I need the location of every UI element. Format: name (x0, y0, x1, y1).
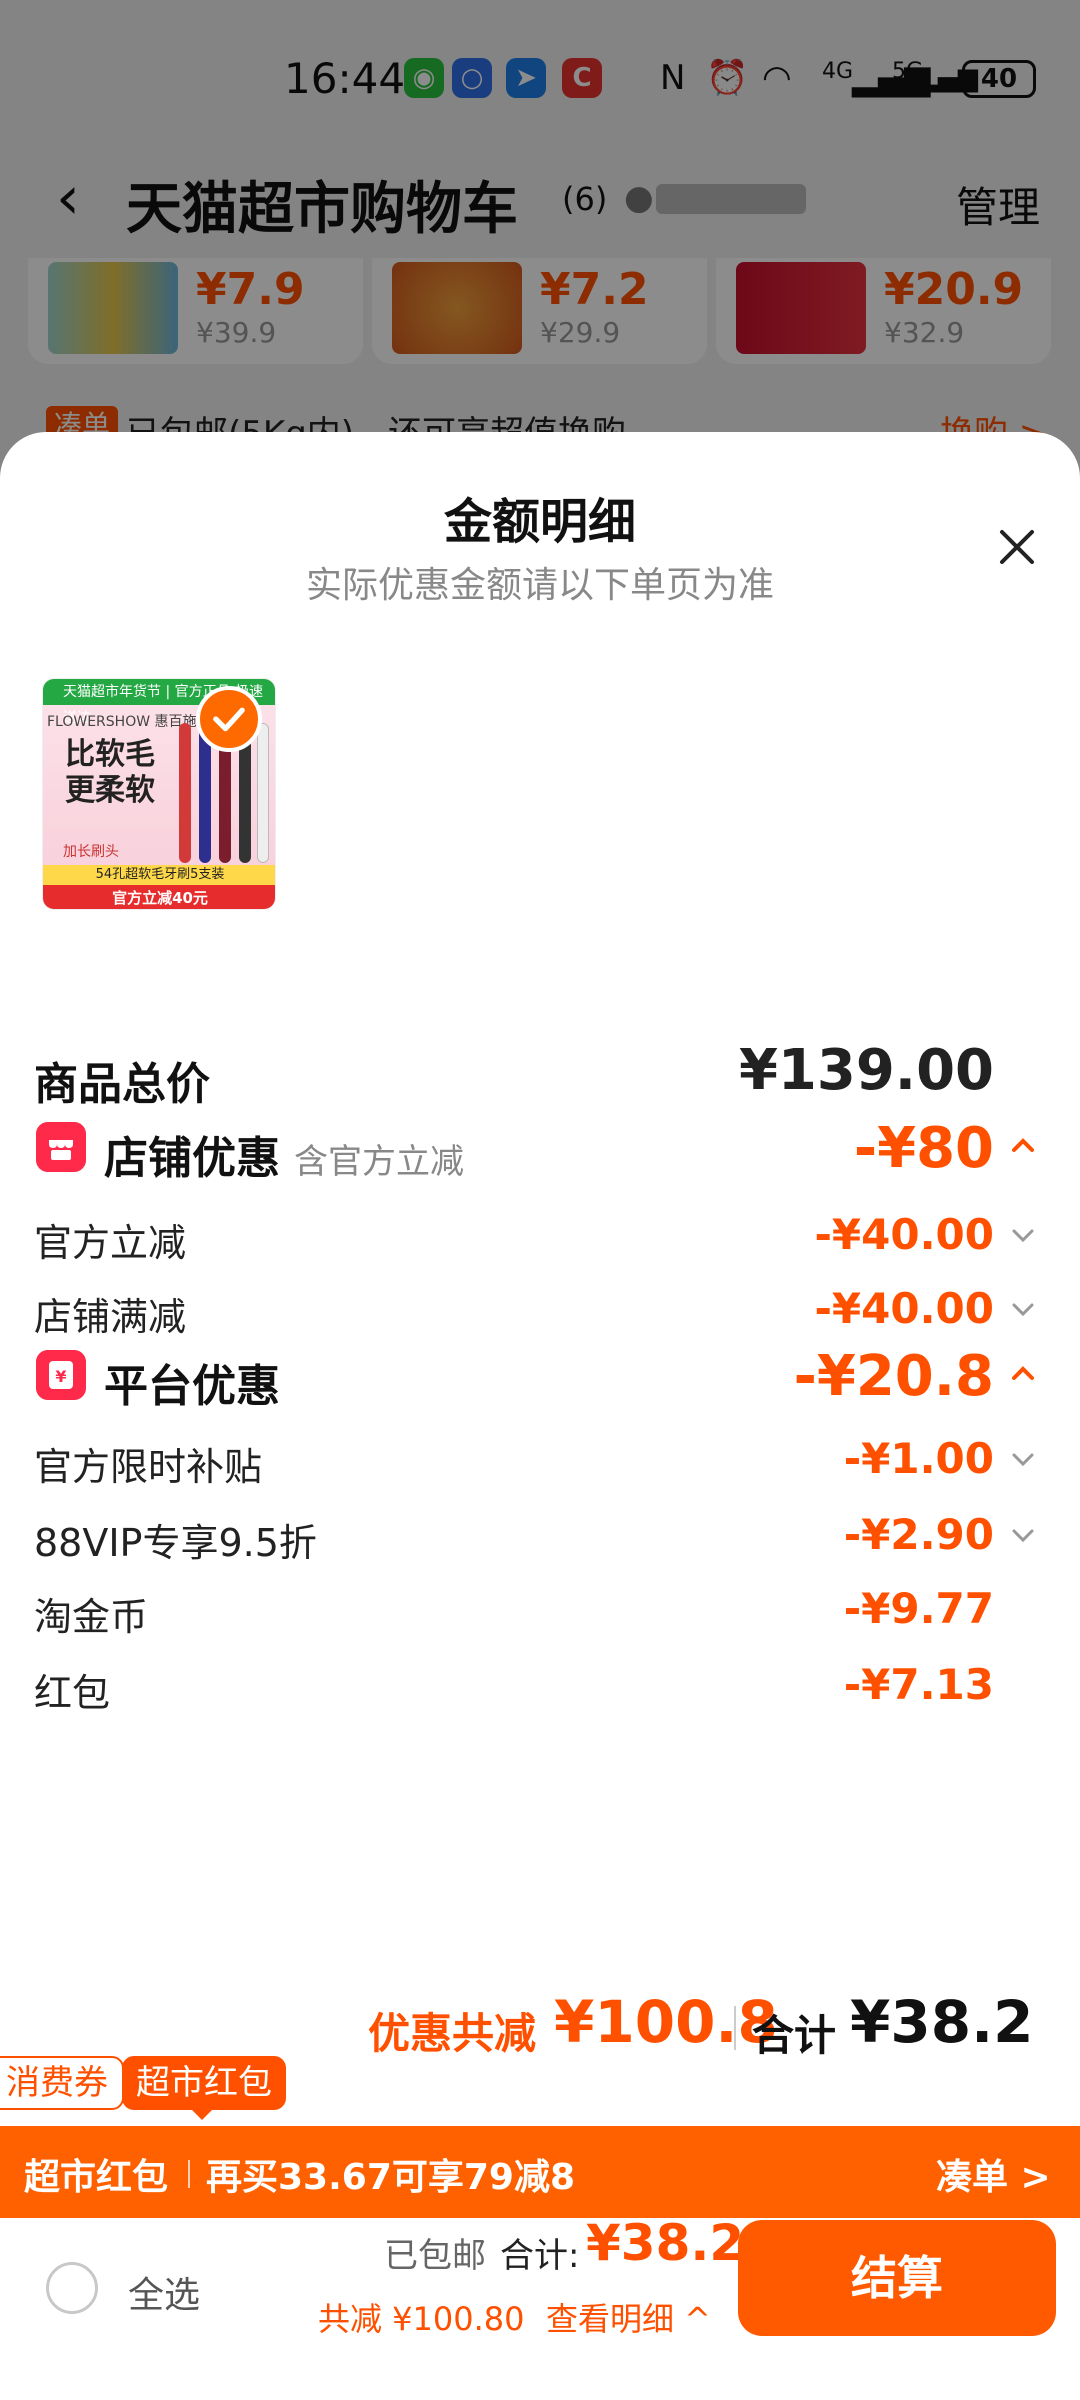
sheet-subtitle: 实际优惠金额请以下单页为准 (305, 565, 774, 606)
product-image-caption: 54孔超软毛牙刷5支装 (43, 865, 275, 885)
shop-icon (36, 1122, 86, 1172)
svg-text:¥: ¥ (55, 1367, 66, 1386)
shop-discount-label: 店铺优惠 (104, 1133, 280, 1184)
total-price-value: ¥139.00 (738, 1038, 994, 1103)
discount-item-label: 红包 (34, 1671, 111, 1715)
select-all-radio[interactable] (46, 2262, 98, 2314)
redpack-bar[interactable]: 超市红包 再买33.67可享79减8 凑单 > (0, 2126, 1080, 2218)
platform-discount-value: -¥20.8 (793, 1344, 994, 1409)
red-packet-icon: ¥ (36, 1350, 86, 1400)
discount-item-value: -¥2.90 (843, 1510, 994, 1559)
platform-discount-row[interactable]: ¥ 平台优惠 -¥20.8 (0, 1336, 1080, 1416)
chevron-down-icon (1012, 1529, 1034, 1543)
headline-line-1: 比软毛 (65, 737, 155, 772)
toothbrush-image (257, 723, 269, 863)
summary-divider (734, 2006, 736, 2050)
total-saved-label: 优惠共减 (368, 2009, 537, 2058)
chevron-up-icon (1012, 1138, 1034, 1152)
discount-item-label: 88VIP专享9.5折 (34, 1521, 317, 1565)
shop-discount-row[interactable]: 店铺优惠 含官方立减 -¥80 (0, 1108, 1080, 1188)
discount-item-value: -¥9.77 (843, 1584, 994, 1633)
grand-total-label: 合计 (752, 2011, 837, 2060)
product-image-headline: 比软毛 更柔软 (65, 737, 155, 809)
discount-item-row: 淘金币 -¥9.77 (0, 1572, 1080, 1652)
shipping-label: 已包邮 (384, 2236, 486, 2276)
select-all-label[interactable]: 全选 (128, 2266, 200, 2318)
discount-item-row[interactable]: 官方限时补贴 -¥1.00 (0, 1422, 1080, 1502)
discount-item-value: -¥7.13 (843, 1660, 994, 1709)
discount-item-row[interactable]: 官方立减 -¥40.00 (0, 1198, 1080, 1278)
discount-summary: 优惠共减 ¥100.8 合计 ¥38.2 (0, 1986, 1080, 2066)
platform-discount-label: 平台优惠 (104, 1361, 280, 1412)
discount-item-label: 官方限时补贴 (34, 1445, 263, 1489)
redpack-text: 再买33.67可享79减8 (206, 2157, 576, 2198)
consumption-coupon-tab[interactable]: 消费券 (0, 2056, 124, 2110)
checkout-total-label: 合计: (500, 2236, 580, 2276)
product-image-brand: FLOWERSHOW 惠百施 (47, 714, 197, 730)
discount-item-value: -¥40.00 (814, 1284, 994, 1333)
close-icon[interactable] (990, 520, 1044, 574)
product-image-discount: 官方立减40元 (43, 885, 275, 909)
shop-discount-hint: 含官方立减 (294, 1142, 464, 1182)
discount-item-row[interactable]: 88VIP专享9.5折 -¥2.90 (0, 1498, 1080, 1578)
grand-total-value: ¥38.2 (850, 1988, 1034, 2056)
sheet-title: 金额明细 (443, 494, 636, 550)
discount-item-label: 官方立减 (34, 1221, 187, 1265)
redpack-separator (188, 2160, 190, 2188)
tab-pointer (190, 2108, 214, 2120)
headline-line-2: 更柔软 (65, 773, 155, 808)
total-price-row: 商品总价 ¥139.00 (0, 1034, 1080, 1114)
redpack-label: 超市红包 (24, 2157, 169, 2198)
discount-item-value: -¥40.00 (814, 1210, 994, 1259)
total-price-label: 商品总价 (34, 1059, 210, 1110)
discount-item-label: 店铺满减 (34, 1295, 187, 1339)
chevron-down-icon (1012, 1303, 1034, 1317)
total-saved-value: ¥100.8 (554, 1988, 778, 2056)
checkout-bar: 全选 已包邮 合计: ¥38.2 共减 ¥100.80 查看明细 ^ 结算 (0, 2214, 1080, 2400)
checkout-button[interactable]: 结算 (738, 2220, 1056, 2336)
checkout-total-amount: ¥38.2 (586, 2214, 745, 2272)
view-details-link[interactable]: 查看明细 ^ (546, 2294, 711, 2340)
chevron-up-icon (1012, 1366, 1034, 1380)
supermarket-redpack-tab[interactable]: 超市红包 (122, 2056, 286, 2110)
discount-item-label: 淘金币 (34, 1595, 149, 1639)
chevron-down-icon (1012, 1453, 1034, 1467)
coupon-tags: 消费券 超市红包 (0, 2056, 1080, 2122)
check-icon (196, 686, 262, 752)
discount-item-value: -¥1.00 (843, 1434, 994, 1483)
discount-item-row: 红包 -¥7.13 (0, 1648, 1080, 1728)
checkout-saved: 共减 ¥100.80 (318, 2300, 525, 2338)
overlay-dim[interactable] (0, 0, 1080, 470)
add-items-link[interactable]: 凑单 > (936, 2148, 1051, 2200)
chevron-down-icon (1012, 1229, 1034, 1243)
product-image-note: 加长刷头 (63, 844, 119, 860)
shop-discount-value: -¥80 (853, 1116, 994, 1181)
toothbrush-image (179, 723, 191, 863)
